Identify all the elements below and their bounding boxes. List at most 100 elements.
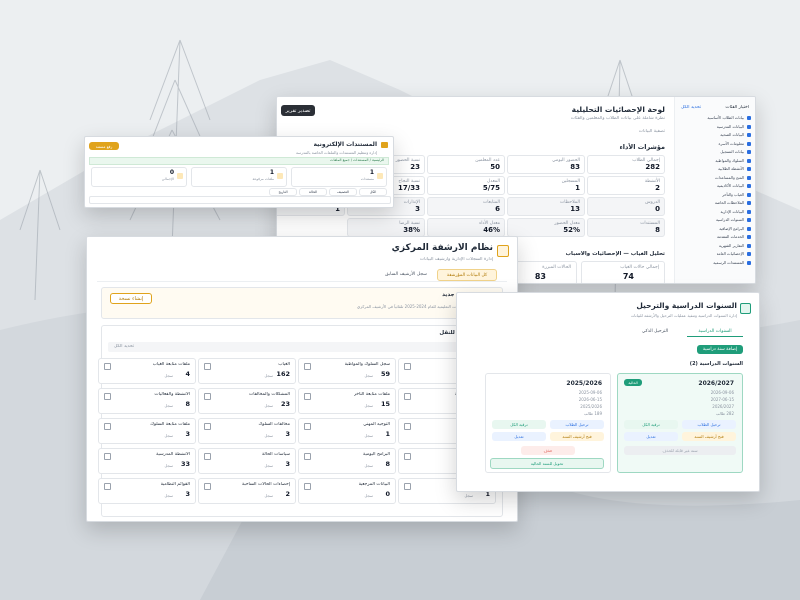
sidebar-item[interactable]: الغياب والتأخر	[679, 192, 751, 199]
promote-all-button[interactable]: ترقية الكل	[624, 420, 678, 429]
sidebar-item[interactable]: البيانات المدرسية	[679, 124, 751, 131]
archive-category-card[interactable]: ملفات متابعة السلوك 3 سجل	[98, 418, 196, 444]
edit-year-button[interactable]: تعديل	[492, 432, 546, 441]
docs-search-input[interactable]	[89, 196, 391, 204]
checkbox[interactable]	[304, 363, 311, 370]
archive-category-card[interactable]: الغياب 162 سجل	[198, 358, 296, 384]
checkbox[interactable]	[204, 453, 211, 460]
open-archive-button[interactable]: فتح أرشيف السنة	[682, 432, 736, 441]
checkbox[interactable]	[404, 453, 411, 460]
archive-category-card[interactable]: مخالفات السلوك 3 سجل	[198, 418, 296, 444]
checkbox[interactable]	[304, 423, 311, 430]
checkbox[interactable]	[104, 453, 111, 460]
archive-category-card[interactable]: الأنشطة والفعاليات 8 سجل	[98, 388, 196, 414]
upload-button[interactable]: رفع مستند	[89, 142, 119, 150]
checkbox[interactable]	[204, 393, 211, 400]
filter-dropdown[interactable]: التاريخ	[269, 188, 297, 196]
checkbox[interactable]	[204, 423, 211, 430]
checkbox-icon[interactable]	[747, 201, 751, 205]
checkbox[interactable]	[304, 393, 311, 400]
checkbox-icon[interactable]	[747, 175, 751, 180]
tab-archive-history[interactable]: سجل الأرشيف السابق	[377, 269, 435, 279]
sidebar-item[interactable]: الإحصائيات العامة	[679, 251, 751, 258]
checkbox[interactable]	[304, 453, 311, 460]
checkbox[interactable]	[404, 363, 411, 370]
migrate-students-button[interactable]: ترحيل الطلاب	[550, 420, 604, 429]
sidebar-item[interactable]: البيانات الأكاديمية	[679, 183, 751, 190]
filter-dropdown[interactable]: الكل	[359, 188, 387, 196]
checkbox-icon[interactable]	[747, 124, 751, 129]
checkbox-icon[interactable]	[747, 158, 751, 163]
checkbox[interactable]	[104, 423, 111, 430]
category-unit: سجل	[164, 373, 173, 378]
sidebar-item[interactable]: السلوك والمواظبة	[679, 158, 751, 165]
tab-academic-years[interactable]: السنوات الدراسية	[687, 327, 743, 337]
archive-category-card[interactable]: سجل السلوك والمواظبة 59 سجل	[298, 358, 396, 384]
checkbox[interactable]	[404, 483, 411, 490]
checkbox-icon[interactable]	[747, 252, 751, 256]
tab-archived-data[interactable]: كل البيانات المؤرشفة	[437, 269, 497, 281]
archive-category-card[interactable]: القوائم النظامية 3 سجل	[98, 478, 196, 504]
checkbox-icon[interactable]	[747, 133, 751, 137]
checkbox-icon[interactable]	[747, 184, 751, 188]
archive-category-card[interactable]: البيانات المرجعية 0 سجل	[298, 478, 396, 504]
archive-category-card[interactable]: إحصاءات الحالات الساحبة 2 سجل	[198, 478, 296, 504]
checkbox-icon[interactable]	[747, 218, 751, 222]
checkbox[interactable]	[104, 483, 111, 490]
sidebar-item[interactable]: الخدمات المقدمة	[679, 234, 751, 241]
sidebar-item[interactable]: بيانات التسجيل	[679, 149, 751, 156]
checkbox-icon[interactable]	[747, 209, 751, 214]
add-year-button[interactable]: إضافة سنة دراسية	[697, 345, 743, 354]
edit-year-button[interactable]: تعديل	[624, 432, 678, 441]
sidebar-item[interactable]: البيانات الصحية	[679, 132, 751, 139]
select-all-archive[interactable]: تحديد الكل	[114, 344, 134, 349]
checkbox-icon[interactable]	[747, 116, 751, 120]
sidebar-item[interactable]: السنوات الدراسية	[679, 217, 751, 224]
select-all-link[interactable]: تحديد الكل	[681, 105, 701, 110]
create-archive-button[interactable]: إنشاء نسخة	[110, 293, 152, 304]
sidebar-item[interactable]: التقارير الشهرية	[679, 243, 751, 250]
delete-year-button[interactable]: حذف	[521, 446, 575, 455]
open-archive-button[interactable]: فتح أرشيف السنة	[550, 432, 604, 441]
new-archive-panel: إنشاء أرشيف جديد يتم حفظ جميع السجلات ال…	[101, 287, 503, 319]
archive-category-card[interactable]: سياسات الحالة 3 سجل	[198, 448, 296, 474]
checkbox-icon[interactable]	[747, 150, 751, 154]
archive-category-card[interactable]: المشكلات والمخالفات 23 سجل	[198, 388, 296, 414]
checkbox[interactable]	[204, 363, 211, 370]
stat-value: 282	[645, 163, 660, 171]
docs-title: المستندات الإلكترونية	[313, 141, 378, 148]
archive-category-card[interactable]: ملفات متابعة التأخر 15 سجل	[298, 388, 396, 414]
checkbox[interactable]	[404, 393, 411, 400]
checkbox-icon[interactable]	[747, 243, 751, 248]
checkbox-icon[interactable]	[747, 192, 751, 197]
migrate-students-button[interactable]: ترحيل الطلاب	[682, 420, 736, 429]
checkbox[interactable]	[104, 363, 111, 370]
filter-dropdown[interactable]: الحالة	[299, 188, 327, 196]
archive-category-card[interactable]: الأنشطة المدرسية 33 سجل	[98, 448, 196, 474]
checkbox-icon[interactable]	[747, 167, 751, 171]
checkbox-icon[interactable]	[747, 260, 751, 265]
export-button[interactable]: تصدير تقرير	[281, 105, 315, 116]
tab-smart-migration[interactable]: الترحيل الذكي	[627, 327, 683, 336]
checkbox-icon[interactable]	[747, 235, 751, 239]
checkbox[interactable]	[104, 393, 111, 400]
sidebar-item[interactable]: المستندات الرسمية	[679, 260, 751, 267]
checkbox-icon[interactable]	[747, 141, 751, 146]
checkbox[interactable]	[404, 423, 411, 430]
sidebar-item[interactable]: بيانات الطلاب الأساسية	[679, 115, 751, 122]
set-current-year-button[interactable]: تحويل للسنة الحالية	[490, 458, 604, 469]
checkbox[interactable]	[304, 483, 311, 490]
sidebar-item[interactable]: البرامج الإضافية	[679, 226, 751, 233]
sidebar-item[interactable]: المنح والمساعدات	[679, 175, 751, 182]
sidebar-item[interactable]: الأنشطة الطلابية	[679, 166, 751, 173]
archive-category-card[interactable]: البرامج اليومية 8 سجل	[298, 448, 396, 474]
sidebar-item[interactable]: البيانات الإدارية	[679, 209, 751, 216]
sidebar-item[interactable]: معلومات الأسرة	[679, 141, 751, 148]
archive-category-card[interactable]: ملفات متابعة الغياب 4 سجل	[98, 358, 196, 384]
promote-all-button[interactable]: ترقية الكل	[492, 420, 546, 429]
sidebar-item[interactable]: الملاحظات الخاصة	[679, 200, 751, 207]
checkbox[interactable]	[204, 483, 211, 490]
filter-dropdown[interactable]: التصنيف	[329, 188, 357, 196]
checkbox-icon[interactable]	[747, 226, 751, 231]
archive-category-card[interactable]: التوجيه المهني 1 سجل	[298, 418, 396, 444]
